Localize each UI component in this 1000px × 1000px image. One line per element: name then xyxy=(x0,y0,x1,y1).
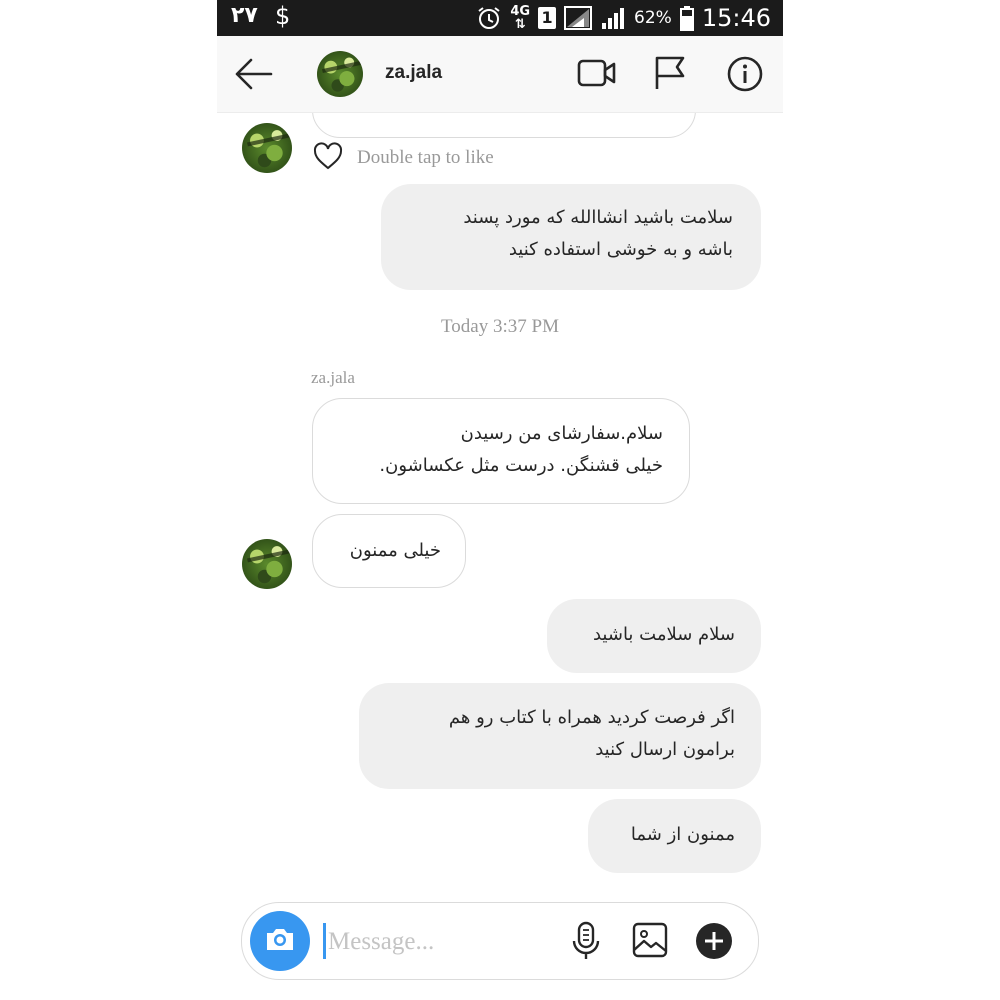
status-bar: ۲۷ $ 4G ⇅ 1 62% 15:46 xyxy=(217,0,783,36)
message-composer xyxy=(241,902,759,980)
camera-button[interactable] xyxy=(250,911,310,971)
sender-name: za.jala xyxy=(311,368,355,387)
message-input[interactable] xyxy=(326,919,550,965)
sender-avatar[interactable] xyxy=(242,539,292,589)
network-type: 4G ⇅ xyxy=(510,4,531,32)
message-line: اگر فرصت کردید همراه با کتاب رو هم xyxy=(448,707,735,728)
sim-indicator: 1 xyxy=(538,7,557,29)
heart-icon[interactable] xyxy=(313,142,343,174)
message-bubble-outgoing[interactable]: سلام سلامت باشید xyxy=(547,599,761,673)
message-bubble-outgoing[interactable]: سلامت باشید انشاالله که مورد پسند باشه و… xyxy=(381,184,761,290)
signal-icon-2 xyxy=(600,5,626,31)
message-line: خیلی قشنگن. درست مثل عکساشون. xyxy=(379,455,663,476)
back-arrow-icon[interactable] xyxy=(233,56,273,96)
message-bubble-incoming[interactable]: سلام.سفارشای من رسیدن خیلی قشنگن. درست م… xyxy=(312,398,690,504)
battery-percent: 62% xyxy=(634,8,672,28)
phone-screen: ۲۷ $ 4G ⇅ 1 62% 15:46 Double tap to like… xyxy=(217,0,783,1000)
info-icon[interactable] xyxy=(726,55,764,97)
camera-icon xyxy=(264,925,296,957)
flag-icon[interactable] xyxy=(653,55,687,95)
battery-icon xyxy=(679,5,694,31)
double-tap-hint: Double tap to like xyxy=(357,147,494,168)
status-date: ۲۷ xyxy=(231,3,258,28)
notification-symbol: $ xyxy=(275,2,291,30)
message-line: سلام.سفارشای من رسیدن xyxy=(460,423,663,444)
video-camera-icon[interactable] xyxy=(577,55,617,95)
timestamp: Today 3:37 PM xyxy=(441,316,559,337)
header-avatar[interactable] xyxy=(317,51,363,97)
message-line: سلامت باشید انشاالله که مورد پسند xyxy=(463,207,733,228)
status-right: 4G ⇅ 1 62% 15:46 xyxy=(476,3,771,33)
signal-icon-1 xyxy=(564,5,593,31)
chat-header: za.jala xyxy=(217,36,783,113)
like-hint-row[interactable]: Double tap to like xyxy=(313,142,494,174)
network-label: 4G xyxy=(510,4,531,19)
microphone-icon[interactable] xyxy=(568,921,604,965)
sender-avatar[interactable] xyxy=(242,123,292,173)
message-line: برامون ارسال کنید xyxy=(595,739,735,760)
message-bubble-outgoing[interactable]: اگر فرصت کردید همراه با کتاب رو هم برامو… xyxy=(359,683,761,789)
alarm-icon xyxy=(476,5,502,31)
gallery-icon[interactable] xyxy=(631,921,669,963)
message-line: خیلی ممنون xyxy=(349,540,441,561)
message-line: سلام سلامت باشید xyxy=(592,624,735,645)
message-line: ممنون از شما xyxy=(630,824,735,845)
chat-username[interactable]: za.jala xyxy=(385,62,442,84)
message-line: باشه و به خوشی استفاده کنید xyxy=(508,239,733,260)
plus-icon[interactable] xyxy=(694,921,734,965)
message-bubble-outgoing[interactable]: ممنون از شما xyxy=(588,799,761,873)
clock: 15:46 xyxy=(701,4,771,32)
message-bubble-incoming[interactable]: خیلی ممنون xyxy=(312,514,466,588)
